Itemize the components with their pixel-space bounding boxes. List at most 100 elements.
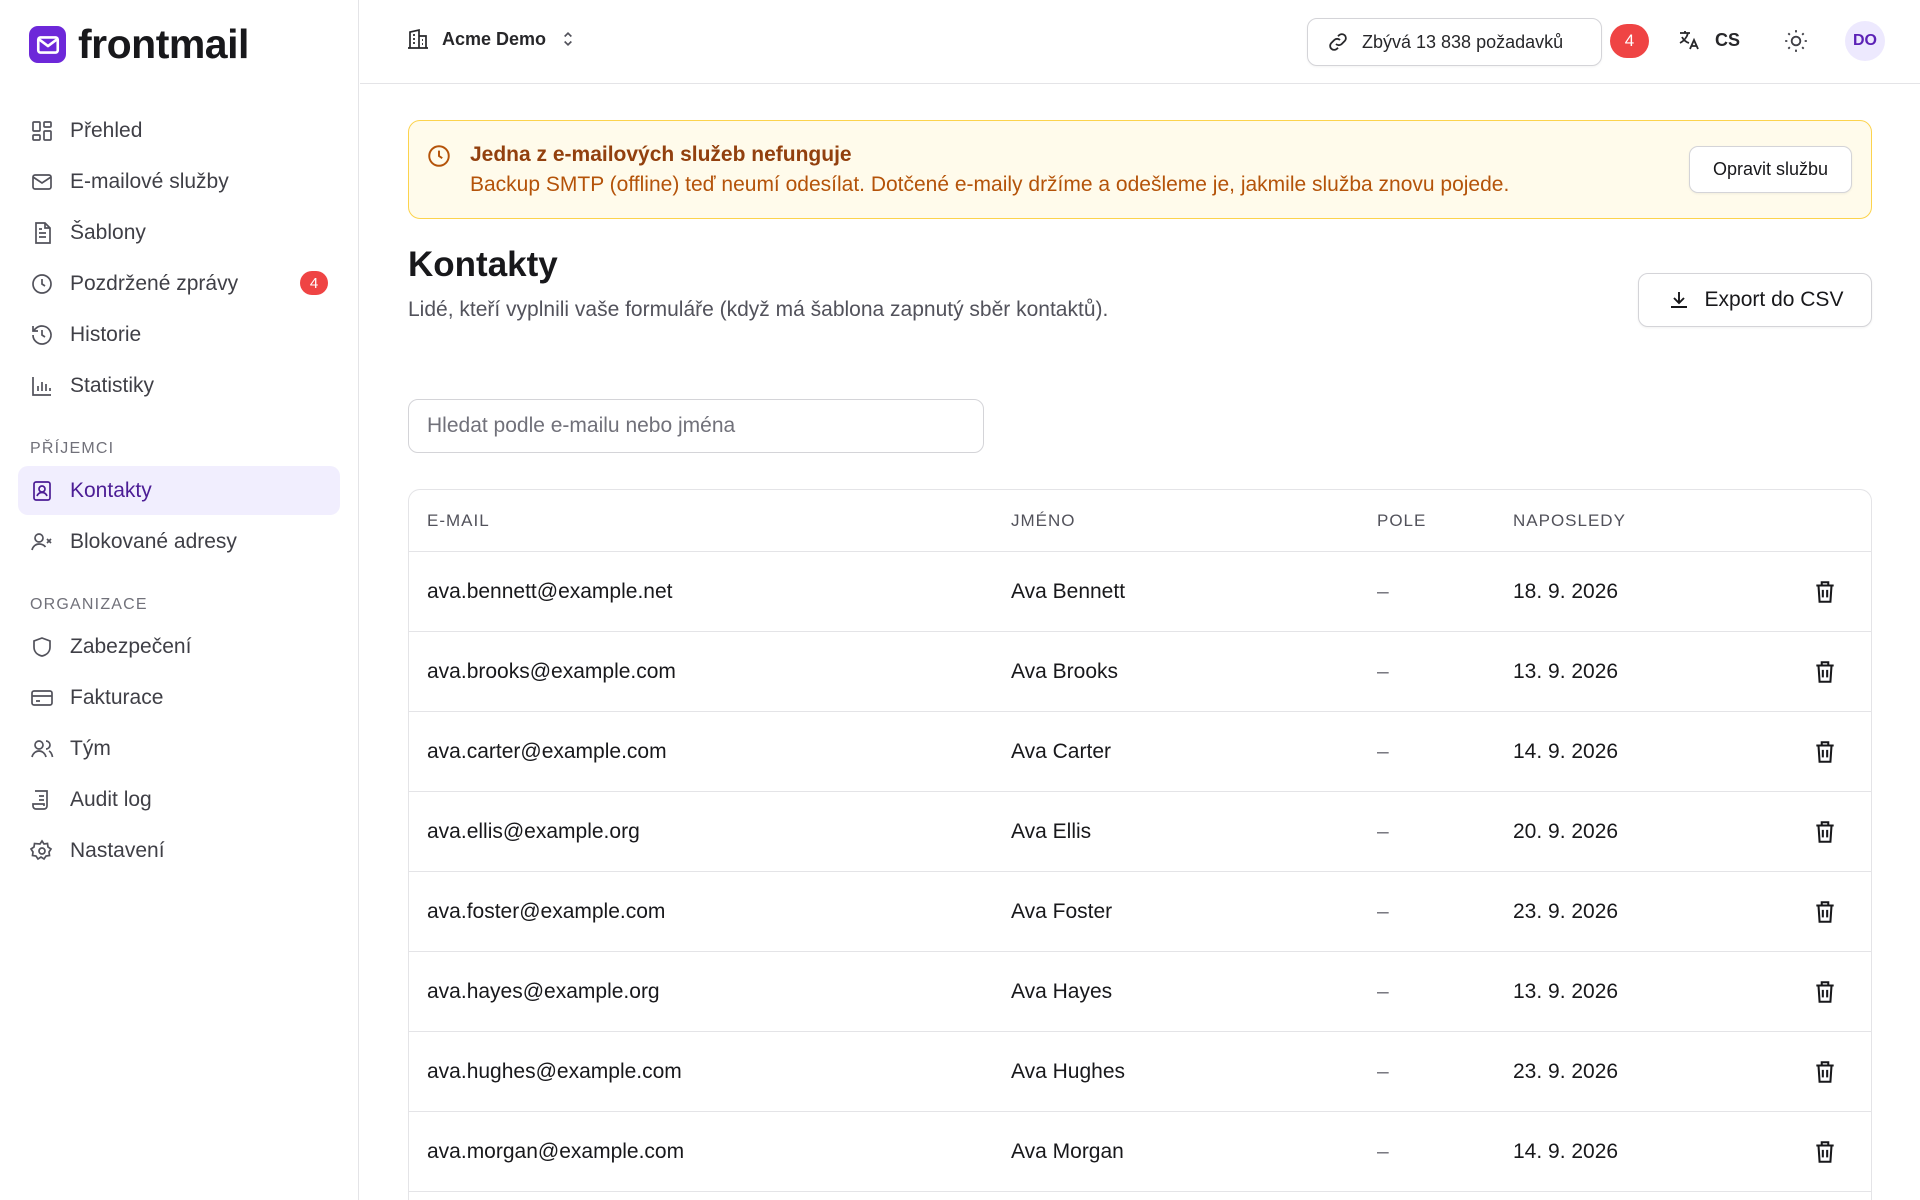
sidebar-item-label: Historie <box>70 322 142 346</box>
cell-email: ava.ellis@example.org <box>427 820 640 843</box>
cell-field: – <box>1377 580 1389 603</box>
column-header-name[interactable]: JMÉNO <box>1011 511 1076 531</box>
cell-name: Ava Bennett <box>1011 580 1126 603</box>
cell-field: – <box>1377 980 1389 1003</box>
language-code: CS <box>1715 29 1741 50</box>
template-icon <box>35 221 51 244</box>
sidebar-item-label: E-mailové služby <box>70 169 229 193</box>
sidebar-item-history[interactable]: Historie <box>18 310 340 359</box>
table-header: E-MAIL JMÉNO POLE NAPOSLEDY <box>409 490 1871 552</box>
sidebar-item-email-services[interactable]: E-mailové služby <box>18 157 340 206</box>
trash-icon[interactable] <box>1812 819 1838 845</box>
search-input[interactable] <box>408 399 984 453</box>
section-recipients-heading: PŘÍJEMCI <box>30 440 115 457</box>
quota-text: Zbývá 13 838 požadavků <box>1362 31 1564 52</box>
column-header-email[interactable]: E-MAIL <box>427 511 490 531</box>
chevron-up-down-icon <box>564 31 572 47</box>
sidebar-item-contacts[interactable]: Kontakty <box>18 466 340 515</box>
cell-email: ava.brooks@example.com <box>427 660 676 683</box>
sidebar-item-label: Fakturace <box>70 685 164 709</box>
export-csv-button[interactable]: Export do CSV <box>1638 273 1872 327</box>
notifications-badge[interactable]: 4 <box>1610 24 1649 58</box>
cell-field: – <box>1377 900 1389 923</box>
cell-email: ava.foster@example.com <box>427 900 666 923</box>
column-header-last[interactable]: NAPOSLEDY <box>1513 511 1626 531</box>
contacts-icon <box>33 480 51 501</box>
link-icon <box>1329 33 1347 51</box>
org-switcher[interactable]: Acme Demo <box>406 27 578 51</box>
cell-name: Ava Brooks <box>1011 660 1118 683</box>
trash-icon[interactable] <box>1812 739 1838 765</box>
sidebar-item-label: Audit log <box>70 787 152 811</box>
trash-icon[interactable] <box>1812 1139 1838 1165</box>
cell-last: 23. 9. 2026 <box>1513 900 1619 923</box>
trash-icon[interactable] <box>1812 1059 1838 1085</box>
sidebar-item-held-messages[interactable]: Pozdržené zprávy 4 <box>18 259 340 308</box>
brand-mark-icon <box>29 26 66 63</box>
sidebar-nav: Přehled E-mailové služby Šablony Pozdrže… <box>18 106 340 877</box>
sidebar-item-label: Zabezpečení <box>70 634 192 658</box>
gear-icon <box>30 838 53 860</box>
fix-service-button[interactable]: Opravit službu <box>1689 146 1852 193</box>
cell-email: ava.bennett@example.net <box>427 580 673 603</box>
trash-icon[interactable] <box>1812 979 1838 1005</box>
building-icon <box>408 28 428 49</box>
top-bar: Acme Demo Zbývá 13 838 požadavků 4 CS DO <box>360 0 1920 84</box>
sun-icon[interactable] <box>1783 28 1809 54</box>
sidebar-item-prehled[interactable]: Přehled <box>18 106 340 155</box>
table-row[interactable]: ava.hughes@example.com Ava Hughes – 23. … <box>409 1032 1871 1112</box>
table-row[interactable]: ava.carter@example.com Ava Carter – 14. … <box>409 712 1871 792</box>
table-row[interactable]: ava.bennett@example.net Ava Bennett – 18… <box>409 552 1871 632</box>
sidebar-item-audit-log[interactable]: Audit log <box>18 775 340 824</box>
cell-last: 14. 9. 2026 <box>1513 740 1619 763</box>
sidebar-item-statistics[interactable]: Statistiky <box>18 361 340 410</box>
brand-logo[interactable]: frontmail <box>29 21 249 68</box>
language-switcher[interactable]: CS <box>1677 28 1740 52</box>
history-icon <box>32 324 52 345</box>
sidebar-item-templates[interactable]: Šablony <box>18 208 340 257</box>
cell-last: 20. 9. 2026 <box>1513 820 1619 843</box>
download-icon <box>1670 292 1687 308</box>
sidebar-item-label: Pozdržené zprávy <box>70 271 239 295</box>
table-row[interactable]: ava.ellis@example.org Ava Ellis – 20. 9.… <box>409 792 1871 872</box>
alert-title: Jedna z e-mailových služeb nefunguje <box>470 143 852 166</box>
cell-last: 13. 9. 2026 <box>1513 980 1619 1003</box>
page-title: Kontakty <box>408 245 558 284</box>
table-row[interactable]: ava.morgan@example.com Ava Morgan – 14. … <box>409 1112 1871 1192</box>
section-organization-heading: ORGANIZACE <box>30 596 148 613</box>
quota-button[interactable]: Zbývá 13 838 požadavků <box>1307 18 1602 66</box>
cell-field: – <box>1377 1140 1389 1163</box>
trash-icon[interactable] <box>1812 899 1838 925</box>
cell-last: 13. 9. 2026 <box>1513 660 1619 683</box>
brand-name: frontmail <box>78 21 249 67</box>
table-row[interactable]: ava.hayes@example.org Ava Hayes – 13. 9.… <box>409 952 1871 1032</box>
column-header-field[interactable]: POLE <box>1377 511 1426 531</box>
service-alert: Jedna z e-mailových služeb nefunguje Bac… <box>408 120 1872 219</box>
table-row[interactable]: ava.foster@example.com Ava Foster – 23. … <box>409 872 1871 952</box>
sidebar-item-blocked[interactable]: Blokované adresy <box>18 517 340 566</box>
page-subtitle: Lidé, kteří vyplnili vaše formuláře (kdy… <box>408 298 1109 321</box>
clock-icon <box>32 273 52 294</box>
sidebar-item-settings[interactable]: Nastavení <box>18 826 340 875</box>
cell-field: – <box>1377 1060 1389 1083</box>
cell-last: 14. 9. 2026 <box>1513 1140 1619 1163</box>
sidebar-item-security[interactable]: Zabezpečení <box>18 622 340 671</box>
sidebar: frontmail Přehled E-mailové služby Šablo… <box>0 0 359 1200</box>
cell-name: Ava Foster <box>1011 900 1113 923</box>
sidebar-item-team[interactable]: Tým <box>18 724 340 773</box>
org-name: Acme Demo <box>442 28 547 49</box>
sidebar-item-billing[interactable]: Fakturace <box>18 673 340 722</box>
cell-email: ava.carter@example.com <box>427 740 667 763</box>
sidebar-item-label: Přehled <box>70 118 143 142</box>
sidebar-item-label: Tým <box>70 736 111 760</box>
cell-name: Ava Morgan <box>1011 1140 1124 1163</box>
export-csv-label: Export do CSV <box>1704 288 1844 311</box>
trash-icon[interactable] <box>1812 579 1838 605</box>
avatar[interactable]: DO <box>1845 21 1885 61</box>
table-row[interactable]: ava.brooks@example.com Ava Brooks – 13. … <box>409 632 1871 712</box>
sidebar-item-label: Šablony <box>70 220 146 244</box>
cell-last: 23. 9. 2026 <box>1513 1060 1619 1083</box>
cell-name: Ava Hughes <box>1011 1060 1126 1083</box>
trash-icon[interactable] <box>1812 659 1838 685</box>
sidebar-item-label: Statistiky <box>70 373 155 397</box>
